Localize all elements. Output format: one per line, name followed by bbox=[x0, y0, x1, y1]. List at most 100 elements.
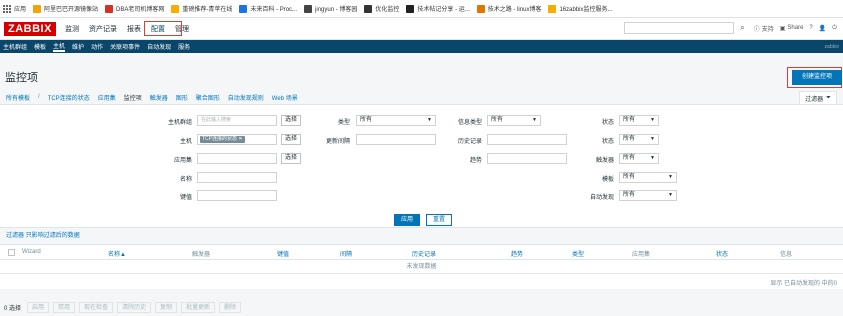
subnav-host-groups[interactable]: 主机群组 bbox=[3, 42, 27, 51]
search-icon[interactable]: ⌕ bbox=[740, 23, 744, 33]
bookmark-item[interactable]: 16zabbix监控服务... bbox=[548, 4, 612, 13]
topnav-reports[interactable]: 报表 bbox=[126, 22, 142, 36]
bookmark-favicon-icon bbox=[33, 4, 42, 13]
chevron-down-icon: ▼ bbox=[650, 155, 655, 161]
update-interval-label: 更新间隔 bbox=[325, 139, 350, 145]
key-input[interactable] bbox=[197, 190, 277, 201]
triggers-select[interactable]: 所有 ▼ bbox=[619, 153, 659, 164]
power-icon[interactable]: ⏻ bbox=[832, 25, 837, 32]
subnav-discovery[interactable]: 自动发现 bbox=[147, 42, 171, 51]
select-all-checkbox[interactable] bbox=[8, 249, 15, 256]
application-select-button[interactable]: 选择 bbox=[281, 153, 301, 164]
state-select[interactable]: 所有 ▼ bbox=[619, 134, 659, 145]
bookmark-apps[interactable]: 应用 bbox=[3, 4, 26, 13]
template-select[interactable]: 所有 ▼ bbox=[619, 172, 677, 183]
bookmark-favicon-icon bbox=[364, 4, 373, 13]
col-key[interactable]: 键值 bbox=[277, 249, 289, 258]
subnav-maintenance[interactable]: 维护 bbox=[72, 42, 84, 51]
col-history[interactable]: 历史记录 bbox=[412, 249, 436, 258]
info-type-select[interactable]: 所有 ▼ bbox=[487, 115, 541, 126]
tab-graphs[interactable]: 图形 bbox=[176, 93, 188, 102]
bookmarks-bar: 应用 阿里巴巴开源镜像站 DBA老司机博客网 重磅推荐-青苹在线 未来百科 - … bbox=[0, 0, 843, 18]
subnav-services[interactable]: 服务 bbox=[178, 42, 190, 51]
col-status[interactable]: 状态 bbox=[716, 249, 728, 258]
status-label: 状态 bbox=[601, 120, 614, 126]
subnav-hosts[interactable]: 主机 bbox=[53, 41, 66, 52]
delete-button[interactable]: 删除 bbox=[219, 301, 242, 313]
bookmark-item[interactable]: DBA老司机博客网 bbox=[105, 4, 164, 13]
share-link[interactable]: ▣ Share bbox=[780, 25, 804, 32]
breadcrumb: 所有模板 / TCP连接的状态 应用集 监控项 触发器 图形 聚合图形 自动发现… bbox=[0, 90, 843, 104]
breadcrumb-separator: / bbox=[38, 94, 40, 100]
username-label: zabbix bbox=[824, 43, 839, 50]
disable-button[interactable]: 禁用 bbox=[53, 301, 76, 313]
status-select[interactable]: 所有 ▼ bbox=[619, 115, 659, 126]
support-link[interactable]: ⓘ 支持 bbox=[754, 24, 774, 33]
col-trends[interactable]: 趋势 bbox=[511, 249, 523, 258]
filter-tab[interactable]: 过滤器 ⏷ bbox=[799, 91, 837, 104]
close-icon[interactable]: ✕ bbox=[238, 136, 242, 142]
subnav-correlation[interactable]: 关联项事件 bbox=[110, 42, 140, 51]
filter-icon: ⏷ bbox=[826, 94, 831, 101]
copy-button[interactable]: 复制 bbox=[155, 301, 178, 313]
key-label: 键值 bbox=[179, 195, 192, 201]
bookmark-favicon-icon bbox=[548, 4, 557, 13]
host-input[interactable]: TCP连接的状态 ✕ bbox=[197, 134, 277, 145]
col-type[interactable]: 类型 bbox=[572, 249, 584, 258]
tab-triggers[interactable]: 触发器 bbox=[150, 93, 168, 102]
host-select-button[interactable]: 选择 bbox=[281, 134, 301, 145]
check-now-button[interactable]: 现在检查 bbox=[79, 301, 114, 313]
tab-web-scenarios[interactable]: Web 场景 bbox=[272, 93, 298, 102]
type-select[interactable]: 所有 ▼ bbox=[356, 115, 436, 126]
state-label: 状态 bbox=[601, 139, 614, 145]
bookmark-favicon-icon bbox=[406, 4, 415, 13]
bookmark-item[interactable]: 重磅推荐-青苹在线 bbox=[171, 4, 232, 13]
name-input[interactable] bbox=[197, 172, 277, 183]
bookmark-item[interactable]: 优化监控 bbox=[364, 4, 399, 13]
clear-history-button[interactable]: 清除历史 bbox=[117, 301, 152, 313]
chevron-down-icon: ▼ bbox=[668, 192, 673, 198]
bookmark-item[interactable]: 阿里巴巴开源镜像站 bbox=[33, 4, 98, 13]
breadcrumb-template[interactable]: TCP连接的状态 bbox=[48, 93, 90, 102]
global-search-input[interactable]: ⌕ bbox=[623, 22, 745, 34]
col-interval[interactable]: 间隔 bbox=[340, 249, 352, 258]
chevron-down-icon: ▼ bbox=[532, 117, 537, 123]
subnav-templates[interactable]: 模板 bbox=[34, 42, 46, 51]
bookmark-item[interactable]: 技术之路 - linux博客 bbox=[476, 4, 541, 13]
filter-note: 过滤器 只影响过滤后的数据 bbox=[6, 233, 80, 239]
topnav-monitoring[interactable]: 监测 bbox=[64, 22, 80, 36]
items-table: Wizard 名称▲ 触发器 键值 间隔 历史记录 趋势 类型 应用集 状态 信… bbox=[0, 244, 843, 289]
help-link[interactable]: ? bbox=[809, 25, 812, 31]
create-item-button[interactable]: 创建监控项 bbox=[792, 70, 842, 85]
bookmark-item[interactable]: jingyun - 博客园 bbox=[304, 4, 357, 13]
bookmark-item[interactable]: 技术帖记分享 - 运... bbox=[406, 4, 470, 13]
tab-discovery-rules[interactable]: 自动发现规则 bbox=[228, 93, 264, 102]
mass-update-button[interactable]: 批量更新 bbox=[181, 301, 216, 313]
apply-button[interactable]: 应用 bbox=[394, 214, 420, 226]
host-group-input[interactable]: 在此输入搜索 bbox=[197, 115, 277, 126]
user-icon[interactable]: 👤 bbox=[819, 25, 826, 32]
discovery-select[interactable]: 所有 ▼ bbox=[619, 190, 677, 201]
topnav-inventory[interactable]: 资产记录 bbox=[88, 22, 118, 36]
application-input[interactable] bbox=[197, 153, 277, 164]
breadcrumb-all-templates[interactable]: 所有模板 bbox=[6, 93, 30, 102]
host-group-select-button[interactable]: 选择 bbox=[281, 115, 301, 126]
col-name[interactable]: 名称▲ bbox=[108, 249, 126, 258]
trends-label: 趋势 bbox=[469, 158, 482, 164]
history-input[interactable] bbox=[487, 134, 567, 145]
trends-input[interactable] bbox=[487, 153, 567, 164]
bookmark-favicon-icon bbox=[476, 4, 485, 13]
discovery-label: 自动发现 bbox=[589, 195, 614, 201]
zabbix-logo[interactable]: ZABBIX bbox=[4, 21, 56, 36]
subnav-actions[interactable]: 动作 bbox=[91, 42, 103, 51]
reset-button[interactable]: 重置 bbox=[426, 214, 452, 226]
bookmark-item[interactable]: 未来百科 - Proc... bbox=[239, 4, 297, 13]
update-interval-input[interactable] bbox=[356, 134, 436, 145]
col-info: 信息 bbox=[780, 252, 793, 258]
tab-screens[interactable]: 聚合图形 bbox=[196, 93, 220, 102]
enable-button[interactable]: 启用 bbox=[27, 301, 50, 313]
page-title: 监控项 bbox=[5, 72, 38, 84]
tab-items[interactable]: 监控项 bbox=[124, 93, 142, 102]
tab-applications[interactable]: 应用集 bbox=[98, 93, 116, 102]
host-chip: TCP连接的状态 ✕ bbox=[200, 136, 245, 143]
